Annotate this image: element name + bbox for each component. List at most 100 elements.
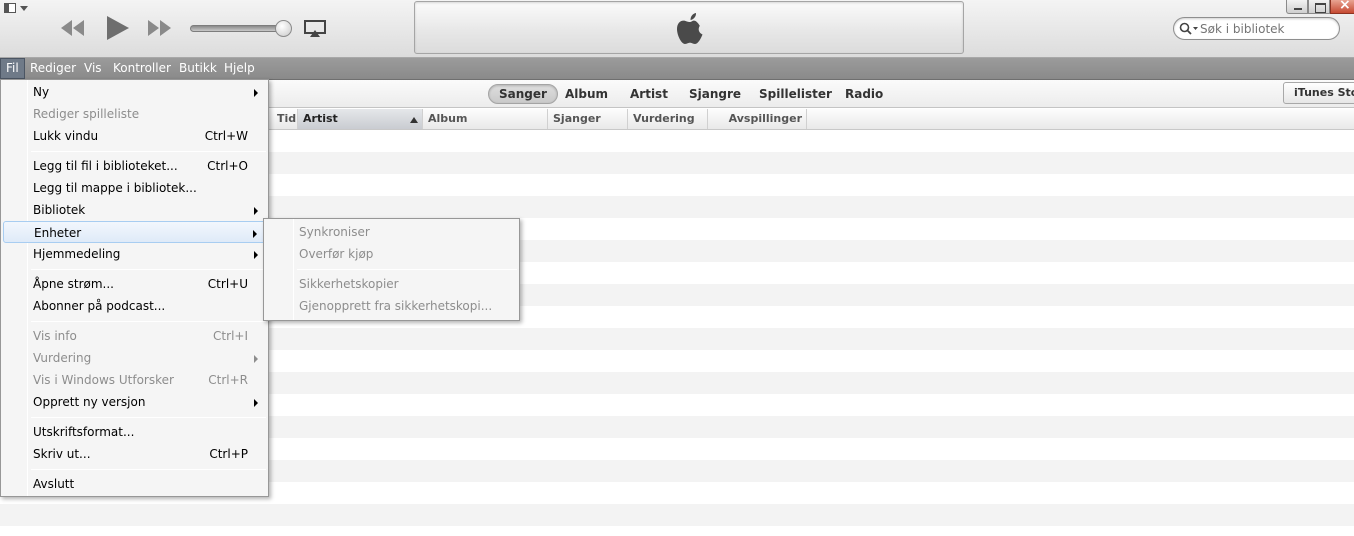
menu-separator [31,151,266,152]
column-header-tid[interactable]: Tid [272,109,298,129]
menu-item-opprett-ny-versjon[interactable]: Opprett ny versjon [3,391,266,413]
submenu-arrow-icon [254,251,258,259]
menu-item-abonner-podcast[interactable]: Abonner på podcast... [3,295,266,317]
menu-item-skriv-ut[interactable]: Skriv ut... Ctrl+P [3,443,266,465]
menu-item-label: Vis i Windows Utforsker [33,373,174,387]
tab-sjangre[interactable]: Sjangre [679,84,751,104]
menu-item-label: Åpne strøm... [33,277,114,291]
submenu-arrow-icon [254,399,258,407]
menu-item-label: Overfør kjøp [299,247,374,261]
menu-item-label: Avslutt [33,477,75,491]
maximize-window-button[interactable] [1308,0,1330,14]
minimize-window-button[interactable] [1286,0,1308,14]
menu-item-ny[interactable]: Ny [3,81,266,103]
menu-separator [31,417,266,418]
menu-item-label: Hjemmedeling [33,247,121,261]
menu-item-label: Legg til mappe i bibliotek... [33,181,197,195]
menu-hjelp[interactable]: Hjelp [219,58,260,79]
close-window-button[interactable] [1330,0,1354,14]
devices-submenu: Synkroniser Overfør kjøp Sikkerhetskopie… [263,218,520,321]
table-row[interactable] [0,504,1354,526]
play-icon[interactable] [102,13,132,43]
column-header-album[interactable]: Album [423,109,548,129]
submenu-arrow-icon [254,207,258,215]
menu-item-shortcut: Ctrl+R [208,373,248,387]
menu-item-hjemmedeling[interactable]: Hjemmedeling [3,243,266,265]
menu-item-avslutt[interactable]: Avslutt [3,473,266,495]
menu-item-label: Ny [33,85,50,99]
volume-slider[interactable] [190,20,292,37]
column-header-artist[interactable]: Artist [298,109,423,129]
menu-item-vis-info: Vis info Ctrl+I [3,325,266,347]
menu-separator [31,469,266,470]
sort-ascending-icon [410,117,418,123]
apple-logo-icon [677,13,703,44]
search-icon[interactable] [1179,22,1199,36]
menu-item-shortcut: Ctrl+P [209,447,248,461]
menu-rediger[interactable]: Rediger [25,58,81,79]
menu-item-legg-til-fil[interactable]: Legg til fil i biblioteket... Ctrl+O [3,155,266,177]
menu-item-label: Bibliotek [33,203,86,217]
menu-fil[interactable]: Fil [0,58,25,79]
menu-item-vis-i-utforsker: Vis i Windows Utforsker Ctrl+R [3,369,266,391]
menu-item-label: Rediger spilleliste [33,107,140,121]
menu-item-lukk-vindu[interactable]: Lukk vindu Ctrl+W [3,125,266,147]
submenu-arrow-icon [253,230,257,238]
menu-item-bibliotek[interactable]: Bibliotek [3,199,266,221]
column-header-label: Artist [303,112,338,125]
menu-butikk[interactable]: Butikk [174,58,222,79]
menu-separator [31,321,266,322]
menu-item-gjenopprett: Gjenopprett fra sikkerhetskopi... [266,295,517,317]
menu-item-rediger-spilleliste: Rediger spilleliste [3,103,266,125]
menu-kontroller[interactable]: Kontroller [108,58,176,79]
menu-separator [31,269,266,270]
column-header-vurdering[interactable]: Vurdering [628,109,708,129]
tab-artist[interactable]: Artist [620,84,678,104]
menu-bar: Fil Rediger Vis Kontroller Butikk Hjelp [0,58,1354,80]
status-display [414,1,964,54]
menu-separator [297,269,517,270]
tab-sanger[interactable]: Sanger [488,84,558,104]
menu-item-vurdering: Vurdering [3,347,266,369]
player-toolbar [0,0,1354,58]
app-menu-icon[interactable] [4,3,30,15]
volume-knob[interactable] [275,20,292,37]
menu-item-shortcut: Ctrl+U [207,277,248,291]
menu-item-label: Lukk vindu [33,129,99,143]
tab-album[interactable]: Album [555,84,618,104]
submenu-arrow-icon [254,355,258,363]
menu-item-overfor-kjop: Overfør kjøp [266,243,517,265]
menu-item-utskriftsformat[interactable]: Utskriftsformat... [3,421,266,443]
menu-item-synkroniser: Synkroniser [266,221,517,243]
menu-item-sikkerhetskopier: Sikkerhetskopier [266,273,517,295]
menu-item-label: Opprett ny versjon [33,395,146,409]
menu-item-label: Utskriftsformat... [33,425,135,439]
tab-spillelister[interactable]: Spillelister [749,84,842,104]
menu-item-label: Vis info [33,329,77,343]
menu-item-legg-til-mappe[interactable]: Legg til mappe i bibliotek... [3,177,266,199]
menu-item-label: Synkroniser [299,225,370,239]
menu-item-label: Vurdering [33,351,92,365]
menu-item-label: Legg til fil i biblioteket... [33,159,178,173]
menu-item-shortcut: Ctrl+I [213,329,248,343]
airplay-icon[interactable] [304,20,326,38]
file-menu: Ny Rediger spilleliste Lukk vindu Ctrl+W… [0,79,269,497]
menu-item-enheter[interactable]: Enheter [3,221,266,243]
next-track-icon[interactable] [144,16,174,40]
menu-item-label: Gjenopprett fra sikkerhetskopi... [299,299,493,313]
tab-radio[interactable]: Radio [835,84,893,104]
column-header-sjanger[interactable]: Sjanger [548,109,628,129]
previous-track-icon[interactable] [58,16,88,40]
menu-item-label: Abonner på podcast... [33,299,166,313]
menu-item-apne-strom[interactable]: Åpne strøm... Ctrl+U [3,273,266,295]
menu-item-label: Skriv ut... [33,447,91,461]
search-box[interactable] [1173,17,1340,40]
menu-vis[interactable]: Vis [79,58,107,79]
menu-item-shortcut: Ctrl+W [204,129,248,143]
column-header-avspillinger[interactable]: Avspillinger [708,109,807,129]
menu-item-shortcut: Ctrl+O [207,159,248,173]
search-input[interactable] [1200,20,1334,37]
itunes-store-button[interactable]: iTunes Store [1283,82,1354,104]
menu-item-label: Sikkerhetskopier [299,277,399,291]
submenu-arrow-icon [254,89,258,97]
